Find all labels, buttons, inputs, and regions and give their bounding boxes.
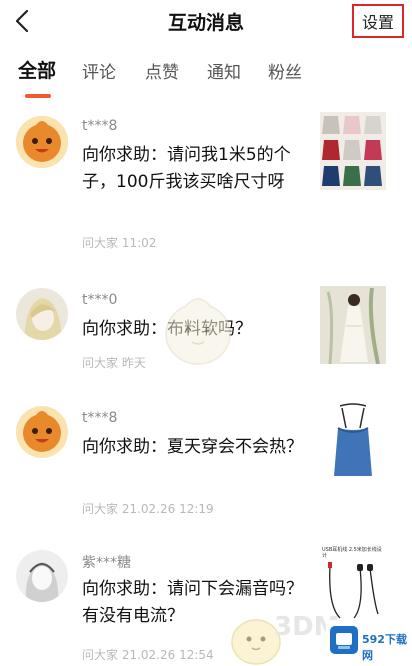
white-dress-image — [320, 286, 386, 364]
product-thumbnail[interactable] — [320, 286, 386, 364]
message-item[interactable]: t***8 向你求助：夏天穿会不会热？ 问大家 21.02.26 12:19 — [0, 402, 412, 524]
message-text: 向你求助：请问我1米5的个子，100斤我该买啥尺寸呀 — [82, 145, 291, 192]
tab-fans[interactable]: 粉丝 — [268, 58, 302, 83]
message-item[interactable]: t***8 向你求助：请问我1米5的个子，100斤我该买啥尺寸呀 问大家 11:… — [0, 112, 412, 252]
tab-likes[interactable]: 点赞 — [145, 58, 179, 83]
page-title: 互动消息 — [167, 12, 244, 34]
username: t***8 — [82, 410, 118, 426]
thumbnail-caption: USB耳机线 2.5米加长线设计 — [322, 547, 382, 559]
avatar[interactable] — [16, 288, 68, 340]
header-bar: 互动消息 设置 — [0, 0, 412, 44]
username: 紫***糖 — [82, 555, 131, 571]
message-item[interactable]: t***0 向你求助：布料软吗？ 问大家 昨天 — [0, 286, 412, 386]
avatar[interactable] — [16, 116, 68, 168]
product-thumbnail[interactable] — [320, 402, 386, 480]
username: t***8 — [82, 118, 118, 134]
message-text: 向你求助：请问下会漏音吗？有没有电流？ — [82, 579, 303, 626]
anime-avatar-icon — [16, 288, 68, 340]
tab-all[interactable]: 全部 — [18, 56, 56, 83]
message-text: 向你求助：布料软吗？ — [82, 319, 252, 339]
tab-notifications[interactable]: 通知 — [207, 58, 241, 83]
message-meta: 问大家 21.02.26 12:54 — [82, 648, 214, 662]
sketch-avatar-icon — [16, 550, 68, 602]
tab-bar: 全部 评论 点赞 通知 粉丝 — [0, 54, 412, 100]
message-text: 向你求助：夏天穿会不会热？ — [82, 437, 303, 457]
tab-comments[interactable]: 评论 — [82, 58, 116, 83]
active-tab-indicator — [25, 94, 51, 98]
product-thumbnail[interactable]: USB耳机线 2.5米加长线设计 — [320, 546, 386, 624]
clothing-grid-image — [320, 112, 386, 190]
cartoon-avatar-icon — [16, 406, 68, 458]
cartoon-avatar-icon — [16, 116, 68, 168]
message-meta: 问大家 21.02.26 12:19 — [82, 502, 214, 516]
settings-button[interactable]: 设置 — [352, 4, 404, 38]
username: t***0 — [82, 292, 118, 308]
avatar[interactable] — [16, 550, 68, 602]
message-item[interactable]: 紫***糖 向你求助：请问下会漏音吗？有没有电流？ 问大家 21.02.26 1… — [0, 546, 412, 666]
avatar[interactable] — [16, 406, 68, 458]
message-meta: 问大家 昨天 — [82, 356, 146, 370]
message-meta: 问大家 11:02 — [82, 236, 157, 250]
product-thumbnail[interactable] — [320, 112, 386, 190]
blue-camisole-image — [320, 402, 386, 480]
